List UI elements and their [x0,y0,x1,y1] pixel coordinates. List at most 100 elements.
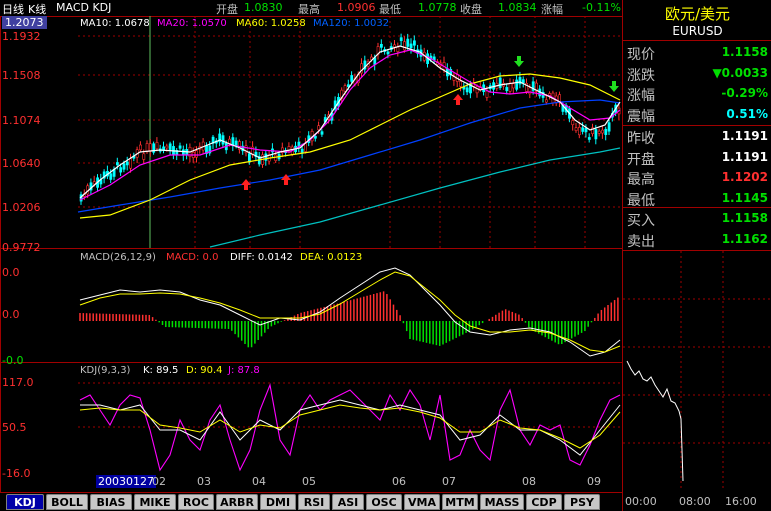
candle-body [409,43,413,49]
time-label: 00:00 [625,495,657,508]
candle-body [168,143,172,150]
macd-histogram [79,291,619,348]
quote-row: 开盘 1.1191 [623,147,771,168]
candle-body [581,127,585,132]
change-value: -0.11% [582,1,621,14]
intraday-price-line [626,360,684,482]
quote-row: 涨跌 ▼0.0033 [623,63,771,84]
quote-row: 最高 1.1202 [623,167,771,188]
candle-body [304,143,307,152]
month-label: 03 [197,475,211,488]
close-label: 收盘 [460,3,482,16]
tab-psy[interactable]: PSY [564,494,600,510]
candle-body [587,137,591,140]
tab-mass[interactable]: MASS [480,494,524,510]
candle-body [406,38,410,47]
candle-body [221,135,225,145]
quote-label: 卖出 [627,233,655,250]
kline-label[interactable]: K线 [28,1,46,17]
tab-mtm[interactable]: MTM [442,494,478,510]
month-label: 04 [252,475,266,488]
quote-row: 卖出 1.1162 [623,229,771,250]
candle-body [379,44,383,48]
candle-body [584,128,588,133]
tab-vma[interactable]: VMA [404,494,440,510]
candle-body [109,173,113,180]
tab-cdp[interactable]: CDP [526,494,562,510]
tab-bias[interactable]: BIAS [90,494,132,510]
candle-body [343,85,347,92]
candle-body [139,144,142,151]
price-gridlines [78,35,622,208]
kdj-chart[interactable] [0,363,622,475]
quote-value: 0.51% [726,106,768,121]
buy-signal-arrows [241,94,463,190]
tab-kdj[interactable]: KDJ [6,494,44,510]
quote-row: 震幅 0.51% [623,104,771,125]
quote-value: 1.1145 [721,190,768,205]
candle-body [412,40,416,46]
candle-body [403,41,406,51]
quote-value: 1.1191 [721,149,768,164]
time-label: 08:00 [679,495,711,508]
tab-dmi[interactable]: DMI [260,494,296,510]
quote-row: 买入 1.1158 [623,208,771,229]
chart-type-label[interactable]: 日线 [2,1,24,17]
candle-body [142,153,146,160]
candle-body [313,135,317,139]
quote-row: 昨收 1.1191 [623,126,771,147]
month-label: 02 [152,475,166,488]
candle-body [129,158,133,169]
candle-body [145,143,149,153]
tab-osc[interactable]: OSC [366,494,402,510]
candle-body [122,163,126,170]
quote-value: 1.1191 [721,129,768,143]
tab-roc[interactable]: ROC [178,494,214,510]
tab-arbr[interactable]: ARBR [216,494,258,510]
indicators-label: MACD KDJ [56,1,112,14]
chart-header: 日线 K线 MACD KDJ 开盘 1.0830 最高 1.0906 最低 1.… [0,0,622,16]
quote-code: EURUSD [672,24,723,38]
quote-value: 1.1162 [721,231,768,246]
quote-panel: 欧元/美元 EURUSD 现价 1.1158 涨跌 ▼0.0033 涨幅 -0.29% 震幅… [622,0,771,511]
candle-body [521,79,525,84]
candle-body [577,127,581,136]
candle-body [574,127,578,131]
candle-body [165,145,169,149]
tab-rsi[interactable]: RSI [298,494,330,510]
candle-body [248,153,251,163]
price-chart[interactable] [0,16,622,248]
quote-row: 涨幅 -0.29% [623,83,771,104]
candle-body [320,131,324,135]
macd-chart[interactable] [0,249,622,362]
quote-label: 涨幅 [627,88,655,104]
candle-body [597,130,601,134]
month-label: 09 [587,475,601,488]
candle-body [571,120,575,126]
candle-body [178,145,182,149]
month-label: 06 [392,475,406,488]
month-label: 08 [522,475,536,488]
intraday-chart[interactable] [623,251,771,491]
month-label: 07 [442,475,456,488]
candle-body [485,90,489,98]
low-value: 1.0778 [418,1,457,14]
candle-body [396,46,400,52]
time-label: 16:00 [725,495,757,508]
candle-body [386,51,390,55]
tab-boll[interactable]: BOLL [46,494,88,510]
tab-mike[interactable]: MIKE [134,494,176,510]
candle-body [528,87,532,95]
candle-body [399,37,403,41]
tab-asi[interactable]: ASI [332,494,364,510]
candle-body [498,77,502,88]
quote-row: 现价 1.1158 [623,42,771,63]
change-label: 涨幅 [541,3,563,16]
candle-body [604,128,608,135]
quote-label: 震幅 [627,108,655,125]
quote-title: 欧元/美元 [664,5,731,23]
quote-label: 涨跌 [627,67,655,84]
high-value: 1.0906 [337,1,376,14]
candle-body [125,161,129,166]
ma20-line [79,49,621,201]
